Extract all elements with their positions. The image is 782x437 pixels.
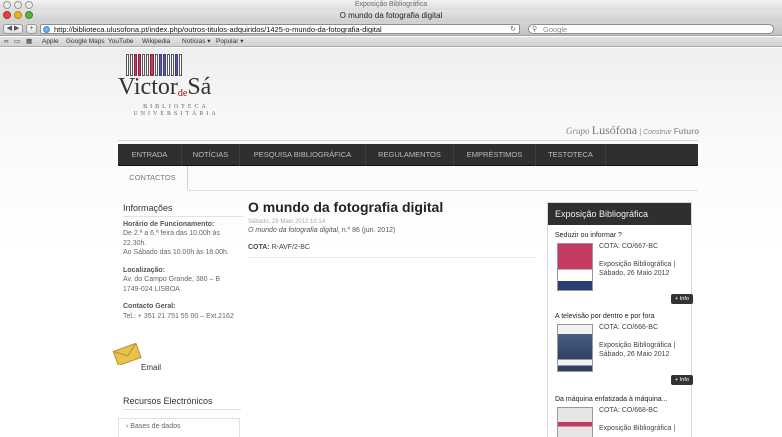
- page-title: O mundo da fotografia digital: [339, 11, 443, 20]
- article-source: O mundo da fotografia digital, n.º 86 (j…: [248, 227, 396, 234]
- address-text: http://biblioteca.ulusofona.pt/index.php…: [54, 25, 382, 34]
- zoom-dot-icon[interactable]: [25, 1, 33, 9]
- tab-title: Exposição Bibliográfica: [354, 1, 428, 8]
- nav-regulamentos[interactable]: REGULAMENTOS: [366, 144, 454, 166]
- header-divider: [118, 140, 698, 141]
- inactive-window-controls: [3, 1, 33, 9]
- close-dot-icon[interactable]: [3, 1, 11, 9]
- item-exposicao: Exposição Bibliográfica |: [599, 342, 676, 349]
- localizacao-label: Localização:: [123, 266, 166, 274]
- nav-noticias[interactable]: NOTÍCIAS: [182, 144, 240, 166]
- book-cover-image[interactable]: [557, 324, 593, 372]
- item-date: Sábado, 26 Maio 2012: [599, 351, 670, 358]
- grupo-lusofona-logo[interactable]: Grupo Lusófona | Construir Futuro: [566, 123, 699, 138]
- top-sites-icon[interactable]: ▦: [26, 37, 32, 47]
- horario-line: De 2.ª a 6.ª feira das 10.00h às 22.30h.: [123, 230, 221, 247]
- window-title-bar: O mundo da fotografia digital: [0, 10, 782, 22]
- library-logo[interactable]: VictordeSá BIBLIOTECA UNIVERSITÁRIA: [118, 54, 228, 134]
- bookmarks-bar: ∞ ▭ ▦ Apple Google Maps YouTube Wikipedi…: [0, 37, 782, 47]
- bookmark-google-maps[interactable]: Google Maps: [66, 37, 105, 47]
- logo-name: VictordeSá: [118, 74, 212, 100]
- nav-contactos[interactable]: CONTACTOS: [118, 166, 188, 190]
- add-bookmark-button[interactable]: +: [26, 24, 37, 34]
- exposicao-sidebar: Exposição Bibliográfica Seduzir ou infor…: [547, 202, 693, 437]
- sidebar-heading: Exposição Bibliográfica: [548, 203, 691, 225]
- logo-bars-icon: [126, 54, 183, 76]
- bookmark-popular[interactable]: Popular ▾: [216, 37, 243, 47]
- reading-list-icon[interactable]: ∞: [4, 37, 9, 47]
- item-cota: COTA: CO/668-BC: [599, 407, 658, 414]
- nav-pesquisa[interactable]: PESQUISA BIBLIOGRÁFICA: [240, 144, 366, 166]
- reload-icon[interactable]: ↻: [510, 25, 516, 33]
- exposicao-item: Seduzir ou informar ? COTA: CO/667-BC Ex…: [555, 232, 693, 304]
- nav-entrada[interactable]: ENTRADA: [118, 144, 182, 166]
- address-bar[interactable]: http://biblioteca.ulusofona.pt/index.php…: [40, 24, 520, 34]
- recursos-heading: Recursos Electrónicos: [123, 396, 241, 410]
- toolbar: ◀ ▶ + http://biblioteca.ulusofona.pt/ind…: [0, 22, 782, 36]
- close-button-icon[interactable]: [3, 11, 11, 19]
- search-placeholder: Google: [543, 25, 568, 34]
- nav-divider: [188, 190, 698, 191]
- article-cota: COTA: R-AVF/2-BC: [248, 244, 310, 251]
- exposicao-item: A televisão por dentro e por fora COTA: …: [555, 313, 693, 385]
- search-icon: ⚲: [532, 26, 538, 33]
- tab-title-bar: Exposição Bibliográfica: [0, 0, 782, 10]
- nav-testoteca[interactable]: TESTOTECA: [536, 144, 606, 166]
- bookmark-apple[interactable]: Apple: [42, 37, 59, 47]
- item-meta: COTA: CO/667-BC Exposição Bibliográfica …: [599, 242, 689, 278]
- back-forward-button[interactable]: ◀ ▶: [3, 24, 23, 34]
- exposicao-item: Da máquina enfatizada à máquina... COTA:…: [555, 396, 691, 437]
- logo-subtitle: BIBLIOTECA UNIVERSITÁRIA: [133, 104, 219, 117]
- bookmark-youtube[interactable]: YouTube: [108, 37, 134, 47]
- more-info-button[interactable]: + Info: [671, 294, 693, 304]
- more-info-button[interactable]: + Info: [671, 375, 693, 385]
- search-field[interactable]: ⚲ Google: [528, 24, 774, 34]
- item-exposicao: Exposição Bibliográfica |: [599, 425, 676, 432]
- article: O mundo da fotografia digital Sábado, 26…: [248, 199, 536, 258]
- item-title[interactable]: A televisão por dentro e por fora: [555, 313, 691, 320]
- site-favicon-icon: [43, 26, 50, 33]
- item-cota: COTA: CO/667-BC: [599, 243, 658, 250]
- contact-label: Contacto Geral:: [123, 303, 176, 310]
- article-title[interactable]: O mundo da fotografia digital: [248, 199, 536, 215]
- item-meta: COTA: CO/666-BC Exposição Bibliográfica …: [599, 323, 689, 359]
- item-title[interactable]: Da máquina enfatizada à máquina...: [555, 396, 691, 403]
- envelope-icon[interactable]: [112, 343, 142, 365]
- bookmarks-book-icon[interactable]: ▭: [14, 37, 20, 47]
- zoom-button-icon[interactable]: [25, 11, 33, 19]
- address-line: 1749-024 LISBOA: [123, 285, 180, 293]
- browser-window: Exposição Bibliográfica O mundo da fotog…: [0, 0, 782, 437]
- item-meta: COTA: CO/668-BC Exposição Bibliográfica …: [599, 406, 689, 433]
- horario-line: Ao Sábado das 10.00h às 18.00h.: [123, 249, 229, 256]
- contact-phone: Tel.: + 351 21 751 55 00 – Ext.2162: [123, 312, 234, 320]
- item-exposicao: Exposição Bibliográfica |: [599, 261, 676, 268]
- horario-label: Horário de Funcionamento:: [123, 220, 215, 228]
- email-link[interactable]: Email: [141, 363, 161, 372]
- minimize-button-icon[interactable]: [14, 11, 22, 19]
- item-date: Sábado, 26 Maio 2012: [599, 270, 670, 277]
- bookmark-noticias[interactable]: Notícias ▾: [182, 37, 211, 47]
- bookmark-wikipedia[interactable]: Wikipedia: [142, 37, 170, 47]
- address-line: Av. do Campo Grande, 380 – B: [123, 276, 221, 283]
- main-nav: ENTRADA NOTÍCIAS PESQUISA BIBLIOGRÁFICA …: [118, 144, 698, 166]
- item-cota: COTA: CO/666-BC: [599, 324, 658, 331]
- nav-emprestimos[interactable]: EMPRÉSTIMOS: [454, 144, 536, 166]
- book-cover-image[interactable]: [557, 407, 593, 437]
- info-heading: Informações: [123, 203, 243, 217]
- minimize-dot-icon[interactable]: [14, 1, 22, 9]
- window-controls: [3, 11, 33, 19]
- item-title[interactable]: Seduzir ou informar ?: [555, 232, 691, 239]
- article-date: Sábado, 26 Maio 2012 10:14: [248, 219, 326, 225]
- info-column: Informações Horário de Funcionamento: De…: [123, 203, 243, 321]
- bases-de-dados-link[interactable]: › Bases de dados: [118, 418, 240, 437]
- article-divider: [248, 257, 536, 258]
- book-cover-image[interactable]: [557, 243, 593, 291]
